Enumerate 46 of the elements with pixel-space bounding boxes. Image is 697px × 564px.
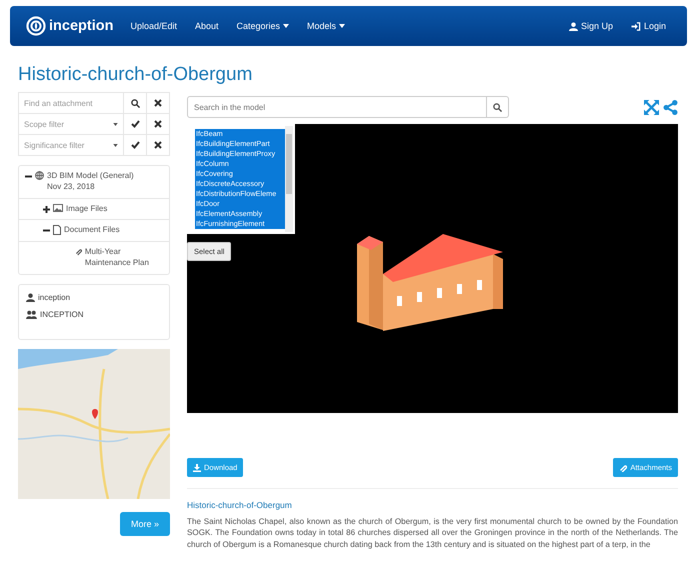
nav-link[interactable]: Models (298, 21, 354, 31)
tree-item[interactable]: 3D BIM Model (General) Nov 23, 2018 (19, 166, 169, 198)
search-icon (493, 102, 502, 112)
filter-field[interactable]: Scope filter (18, 113, 170, 135)
tree-item[interactable]: Image Files (19, 198, 169, 220)
caret-icon (339, 24, 346, 28)
fullscreen-icon[interactable] (644, 100, 659, 114)
owner-label: INCEPTION (26, 310, 162, 319)
users-icon (26, 310, 37, 319)
file-icon (53, 225, 61, 236)
check-icon (130, 141, 140, 149)
close-icon (154, 141, 162, 149)
globe-icon (35, 171, 44, 180)
description-title-link[interactable]: Historic-church-of-Obergum (187, 500, 678, 510)
download-icon (193, 464, 201, 472)
nav-link[interactable]: Sign Up (560, 21, 622, 31)
user-icon (26, 292, 35, 302)
paperclip-icon (75, 247, 82, 256)
caret-icon (113, 122, 118, 126)
close-icon (154, 99, 162, 107)
share-icon[interactable] (663, 100, 678, 114)
search-button[interactable] (487, 96, 509, 118)
logo-icon (26, 16, 46, 36)
description-text: The Saint Nicholas Chapel, also known as the church of Obergum, is the very first monumental church to be owned by the Foundation SOGK. The Foundation owns today in total 86 churches dispersed all over the Groningen province in the north of the Netherlands. The church of Obergum is a Romanesque church dating back from the 13th century and is situated on the highest part of a terp, in the (187, 516, 678, 550)
close-icon (154, 120, 162, 128)
page-title: Historic-church-of-Obergum (17, 63, 254, 84)
nav-link[interactable]: Upload/Edit (121, 21, 186, 31)
caret-icon (283, 24, 290, 28)
more-button[interactable]: More » (120, 512, 170, 536)
filter-field[interactable]: Find an attachment (18, 92, 170, 114)
nav-link[interactable]: Login (622, 21, 675, 31)
model-search-field[interactable]: Search in the model (187, 96, 487, 118)
search-icon (130, 98, 140, 108)
caret-icon (113, 144, 118, 146)
nav-link[interactable]: Categories (228, 21, 298, 31)
brand-logo[interactable]: inception (26, 16, 114, 36)
check-icon (130, 120, 140, 128)
picture-icon (53, 204, 63, 212)
nav-link[interactable]: About (186, 21, 228, 31)
owner-label: inception (26, 292, 162, 302)
user-icon (568, 22, 578, 30)
tree-item[interactable]: Document Files (19, 219, 169, 242)
tree-item[interactable]: Multi-Year Maintenance Plan (19, 241, 169, 274)
paperclip-icon (619, 464, 628, 472)
login-icon (630, 22, 641, 30)
filter-field[interactable]: Significance filter (18, 134, 170, 156)
